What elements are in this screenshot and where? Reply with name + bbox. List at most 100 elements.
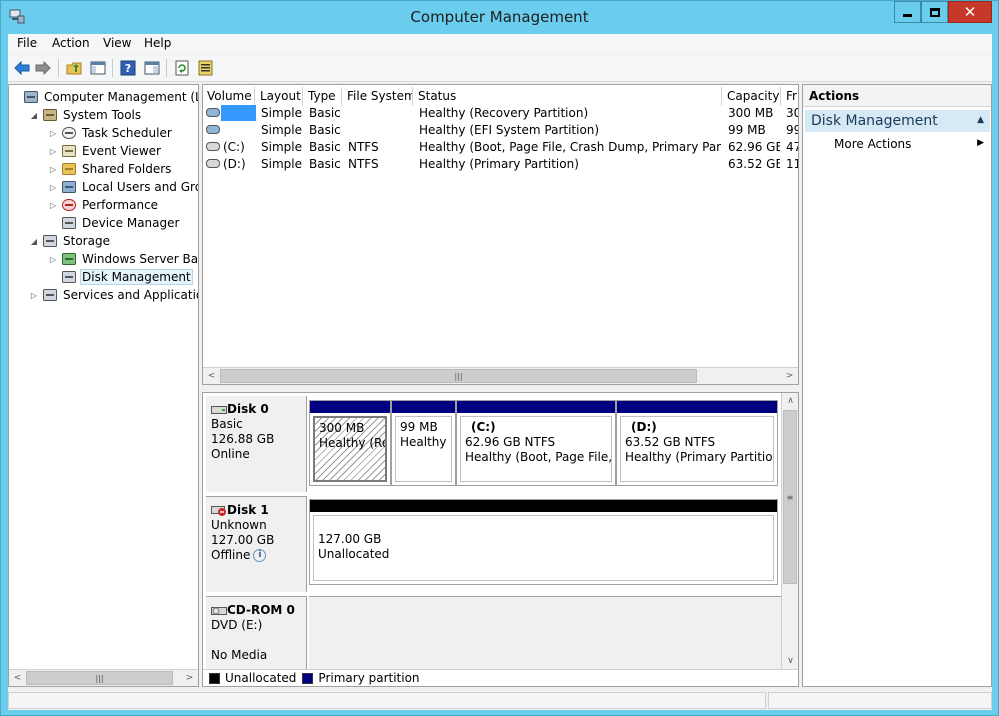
volume-cell-volume: (D:) bbox=[223, 157, 246, 171]
toolbar-separator bbox=[166, 59, 167, 77]
menu-help[interactable]: Help bbox=[141, 36, 174, 50]
tree-item-label: Services and Applications bbox=[63, 288, 198, 302]
tree-horizontal-scrollbar[interactable]: < ||| > bbox=[9, 669, 198, 686]
tree-item-system-tools[interactable]: ◢ System Tools bbox=[29, 106, 143, 124]
close-button[interactable]: ✕ bbox=[948, 1, 992, 23]
disk-1-unallocated[interactable]: 127.00 GB Unallocated bbox=[309, 499, 778, 585]
scroll-left-arrow-icon[interactable]: < bbox=[203, 368, 220, 384]
disk-view-vertical-scrollbar[interactable]: ∧ ≡ ∨ bbox=[781, 393, 798, 670]
partition-body-selected: 300 MB Healthy (Rec bbox=[313, 416, 387, 482]
scrollbar-thumb[interactable]: ||| bbox=[220, 369, 697, 383]
refresh-button[interactable] bbox=[172, 58, 192, 78]
partition-size: 99 MB bbox=[400, 420, 438, 434]
tree-item-task-scheduler[interactable]: ▷ Task Scheduler bbox=[48, 124, 174, 142]
maximize-icon bbox=[929, 7, 940, 17]
tree-item-shared-folders[interactable]: ▷ Shared Folders bbox=[48, 160, 173, 178]
scroll-left-arrow-icon[interactable]: < bbox=[9, 670, 26, 686]
scroll-right-arrow-icon[interactable]: > bbox=[781, 368, 798, 384]
column-header-status[interactable]: Status bbox=[414, 87, 722, 106]
tree-item-device-manager[interactable]: Device Manager bbox=[48, 214, 181, 232]
back-button[interactable] bbox=[12, 58, 32, 78]
scroll-up-arrow-icon[interactable]: ∧ bbox=[782, 393, 798, 409]
disk-0-partition-efi[interactable]: 99 MB Healthy (I bbox=[391, 400, 456, 486]
volume-cell-status: Healthy (Boot, Page File, Crash Dump, Pr… bbox=[419, 140, 721, 154]
actions-pane: Actions Disk Management ▲ More Actions ▶ bbox=[802, 84, 992, 687]
disk-0-label[interactable]: Disk 0 Basic 126.88 GB Online bbox=[206, 396, 307, 492]
expand-collapse-icon[interactable]: ◢ bbox=[29, 237, 39, 246]
menu-view[interactable]: View bbox=[100, 36, 134, 50]
minimize-button[interactable] bbox=[894, 1, 921, 23]
storage-icon bbox=[43, 235, 57, 247]
cdrom-0-label[interactable]: CD-ROM 0 DVD (E:) No Media bbox=[206, 596, 307, 669]
actions-group-disk-management[interactable]: Disk Management ▲ bbox=[805, 110, 990, 132]
tree-item-label: Shared Folders bbox=[82, 162, 172, 176]
title-bar[interactable]: Computer Management ✕ bbox=[1, 1, 998, 34]
expand-collapse-icon[interactable]: ◢ bbox=[29, 111, 39, 120]
show-hide-tree-button[interactable] bbox=[88, 58, 108, 78]
tree-item-computer-management-local[interactable]: Computer Management (Local bbox=[10, 88, 198, 106]
tree-item-event-viewer[interactable]: ▷ Event Viewer bbox=[48, 142, 163, 160]
volume-cell-capacity: 300 MB bbox=[728, 106, 774, 120]
tree-item-disk-management[interactable]: Disk Management bbox=[48, 268, 193, 286]
more-actions-label: More Actions bbox=[834, 137, 912, 151]
actions-group-label: Disk Management bbox=[811, 113, 938, 129]
scrollbar-thumb[interactable]: ||| bbox=[26, 671, 173, 685]
scroll-down-arrow-icon[interactable]: ∨ bbox=[782, 653, 798, 669]
column-header-volume[interactable]: Volume bbox=[203, 87, 255, 106]
tree-item-performance[interactable]: ▷ Performance bbox=[48, 196, 160, 214]
export-list-button[interactable] bbox=[196, 58, 216, 78]
forward-button[interactable] bbox=[33, 58, 53, 78]
properties-button[interactable] bbox=[142, 58, 162, 78]
maximize-button[interactable] bbox=[921, 1, 948, 23]
help-button[interactable]: ? bbox=[118, 58, 138, 78]
expand-collapse-icon[interactable]: ▷ bbox=[48, 165, 58, 174]
expand-collapse-icon[interactable]: ▷ bbox=[48, 183, 58, 192]
column-header-free-space[interactable]: Fr bbox=[782, 87, 798, 106]
tree-item-local-users-and-groups[interactable]: ▷ Local Users and Groups bbox=[48, 178, 198, 196]
expand-collapse-icon[interactable]: ▷ bbox=[48, 129, 58, 138]
volume-list[interactable]: Volume Layout Type File System Status Ca… bbox=[202, 84, 799, 385]
menu-file[interactable]: File bbox=[14, 36, 40, 50]
collapse-up-icon[interactable]: ▲ bbox=[977, 115, 984, 125]
expand-collapse-icon[interactable]: ▷ bbox=[29, 291, 39, 300]
cdrom-0-media-area[interactable] bbox=[309, 596, 782, 669]
expand-collapse-icon[interactable]: ▷ bbox=[48, 147, 58, 156]
toolbar-separator bbox=[58, 59, 59, 77]
disk-graphical-view[interactable]: Disk 0 Basic 126.88 GB Online 300 MB Hea… bbox=[202, 392, 799, 687]
legend-unallocated: Unallocated bbox=[225, 671, 297, 685]
services-icon bbox=[43, 289, 57, 301]
more-actions-item[interactable]: More Actions ▶ bbox=[834, 137, 984, 151]
status-bar bbox=[8, 690, 992, 710]
partition-size: 62.96 GB NTFS bbox=[465, 435, 556, 449]
volume-row[interactable]: Simple Basic Healthy (Recovery Partition) 3… bbox=[203, 105, 798, 122]
column-header-type[interactable]: Type bbox=[304, 87, 342, 106]
volume-row[interactable]: (C:) Simple Basic NTFS Healthy (Boot, Page F… bbox=[203, 139, 798, 156]
scrollbar-thumb[interactable]: ≡ bbox=[783, 410, 797, 584]
column-header-capacity[interactable]: Capacity bbox=[723, 87, 781, 106]
disk-0-partition-d[interactable]: (D:) 63.52 GB NTFS Healthy (Primary Part… bbox=[616, 400, 778, 486]
tree-item-services-and-applications[interactable]: ▷ Services and Applications bbox=[29, 286, 198, 304]
console-tree[interactable]: Computer Management (Local ◢ System Tools ▷… bbox=[8, 84, 199, 687]
disk-1-label[interactable]: Disk 1 Unknown 127.00 GB Offline i bbox=[206, 496, 307, 592]
scroll-right-arrow-icon[interactable]: > bbox=[181, 670, 198, 686]
up-one-level-button[interactable] bbox=[64, 58, 84, 78]
expand-collapse-icon[interactable]: ▷ bbox=[48, 201, 58, 210]
partition-bar bbox=[310, 401, 390, 413]
volume-cell-type: Basic bbox=[309, 123, 341, 137]
volume-row[interactable]: Simple Basic Healthy (EFI System Partition… bbox=[203, 122, 798, 139]
backup-icon bbox=[62, 253, 76, 265]
clock-icon bbox=[62, 127, 76, 139]
expand-collapse-icon[interactable]: ▷ bbox=[48, 255, 58, 264]
tree-item-storage[interactable]: ◢ Storage bbox=[29, 232, 112, 250]
volume-list-horizontal-scrollbar[interactable]: < ||| > bbox=[203, 367, 798, 384]
disk-0-partition-recovery[interactable]: 300 MB Healthy (Rec bbox=[309, 400, 391, 486]
actions-header: Actions bbox=[803, 85, 991, 107]
window-title: Computer Management bbox=[410, 8, 589, 26]
disk-0-partition-c[interactable]: (C:) 62.96 GB NTFS Healthy (Boot, Page F… bbox=[456, 400, 616, 486]
tree-item-windows-server-backup[interactable]: ▷ Windows Server Backup bbox=[48, 250, 198, 268]
volume-row[interactable]: (D:) Simple Basic NTFS Healthy (Primary Part… bbox=[203, 156, 798, 173]
column-header-layout[interactable]: Layout bbox=[256, 87, 303, 106]
column-header-file-system[interactable]: File System bbox=[343, 87, 413, 106]
menu-action[interactable]: Action bbox=[49, 36, 93, 50]
info-icon[interactable]: i bbox=[253, 549, 267, 562]
